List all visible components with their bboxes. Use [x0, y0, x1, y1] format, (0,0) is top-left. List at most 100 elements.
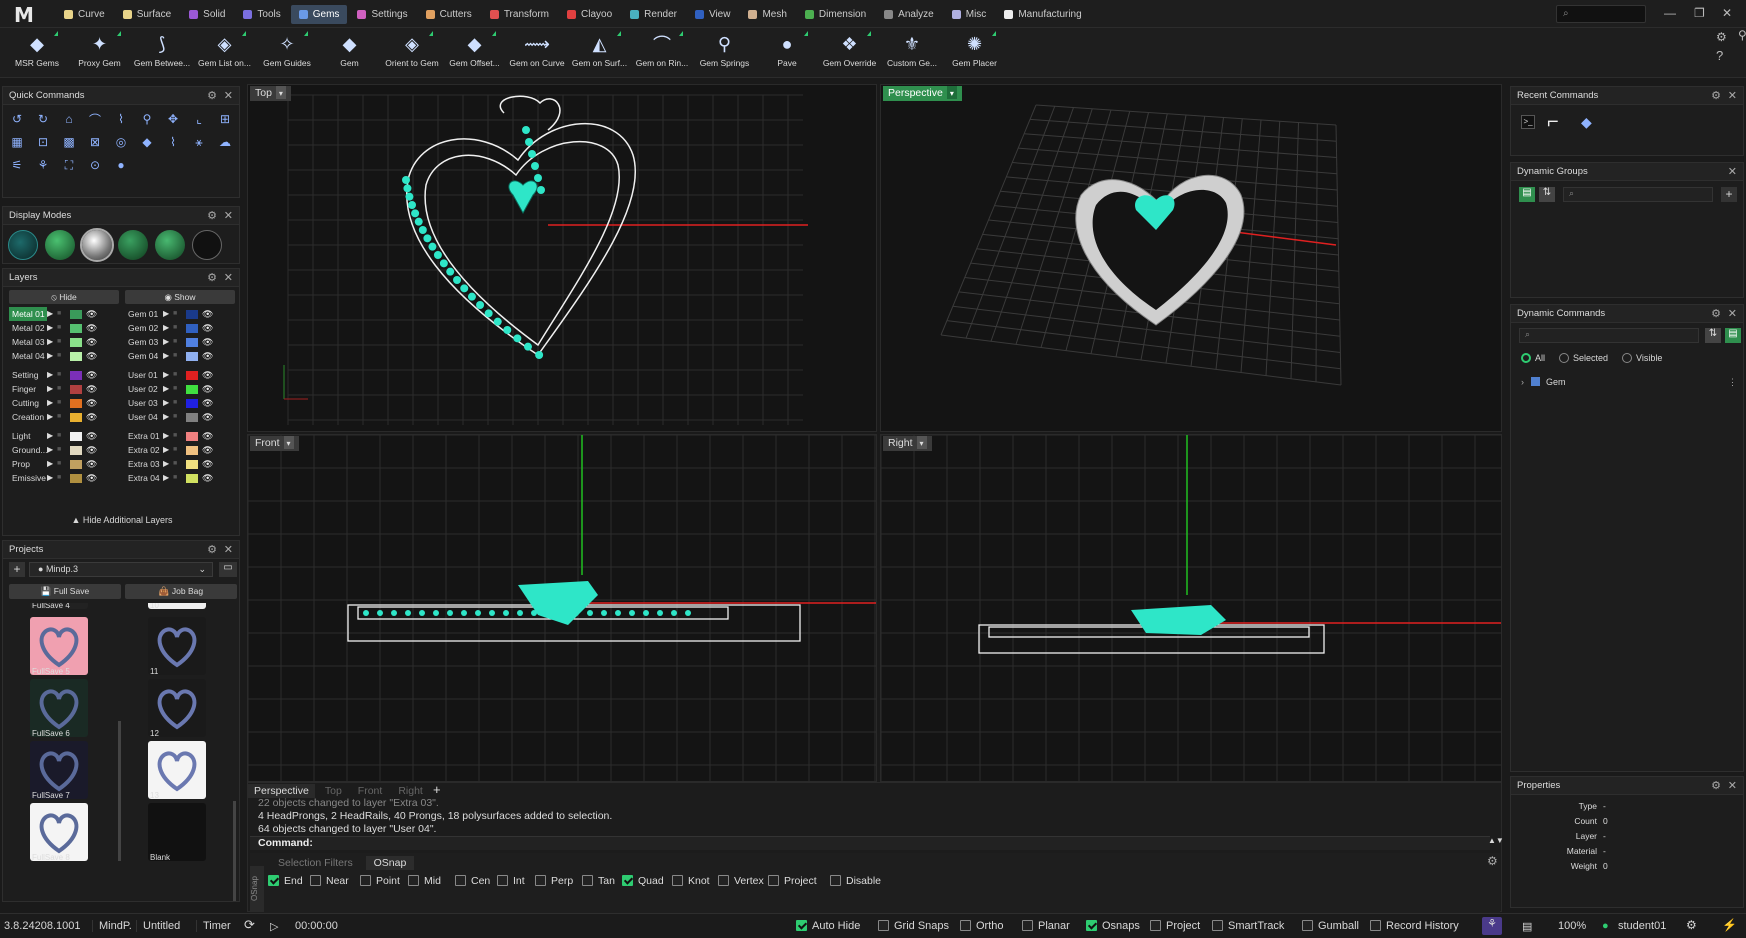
- filter-all[interactable]: All: [1521, 353, 1545, 363]
- group-search-input[interactable]: ⌕: [1563, 187, 1713, 202]
- ribbon-gem-button[interactable]: ◆ Gem: [319, 28, 381, 78]
- osnap-project[interactable]: Project: [768, 875, 817, 887]
- artistic-mode-icon[interactable]: [118, 230, 149, 260]
- quick-command-5-icon[interactable]: ⌇: [111, 109, 131, 129]
- wireframe-mode-icon[interactable]: [8, 230, 38, 260]
- expand-icon[interactable]: ▶: [163, 368, 173, 382]
- ribbon-gem-surface-button[interactable]: ◭ Gem on Surf...: [569, 28, 631, 78]
- gear-icon[interactable]: ⚙: [1487, 854, 1498, 868]
- toggle-gumball[interactable]: Gumball: [1302, 920, 1359, 932]
- help-icon[interactable]: ?: [1716, 48, 1723, 63]
- lock-icon[interactable]: ■: [57, 382, 66, 396]
- lock-icon[interactable]: ■: [173, 457, 182, 471]
- checkbox-icon[interactable]: [622, 875, 633, 886]
- lock-icon[interactable]: ■: [57, 307, 66, 321]
- menu-tab-cutters[interactable]: Cutters: [418, 5, 480, 24]
- rectangle-command-icon[interactable]: ⌐: [1547, 111, 1559, 134]
- add-group-button[interactable]: +: [1721, 187, 1737, 202]
- checkbox-icon[interactable]: [830, 875, 841, 886]
- full-save-button[interactable]: 💾 Full Save: [9, 584, 121, 599]
- front-viewport-canvas[interactable]: [248, 435, 877, 782]
- layer-row[interactable]: User 03 ▶ ■ 👁: [125, 396, 235, 410]
- ribbon-gem-curve-button[interactable]: ⟿ Gem on Curve: [506, 28, 568, 78]
- lock-icon[interactable]: ■: [173, 382, 182, 396]
- menu-tab-manufacturing[interactable]: Manufacturing: [996, 5, 1089, 24]
- eye-icon[interactable]: 👁: [202, 382, 213, 396]
- osnap-tan[interactable]: Tan: [582, 875, 615, 887]
- eye-icon[interactable]: 👁: [202, 368, 213, 382]
- shaded-mode-icon[interactable]: [44, 230, 75, 260]
- xray-mode-icon[interactable]: [191, 230, 222, 260]
- osnap-end[interactable]: End: [268, 875, 303, 887]
- project-select[interactable]: ● Mindp.3 ⌄: [29, 562, 213, 577]
- quick-command-11-icon[interactable]: ⊡: [33, 132, 53, 152]
- expand-icon[interactable]: ▶: [163, 443, 173, 457]
- layout-icon[interactable]: ▤: [1522, 920, 1532, 933]
- layer-name[interactable]: Gem 04: [125, 349, 163, 363]
- toggle-project[interactable]: Project: [1150, 920, 1200, 932]
- expand-icon[interactable]: ▶: [47, 368, 57, 382]
- toggle-ortho[interactable]: Ortho: [960, 920, 1004, 932]
- layer-color-swatch[interactable]: [70, 473, 82, 483]
- hide-additional-layers-button[interactable]: ▲ Hide Additional Layers: [3, 515, 241, 525]
- close-icon[interactable]: ✕: [1722, 6, 1732, 20]
- quick-command-22-icon[interactable]: ⊙: [85, 155, 105, 175]
- expand-icon[interactable]: ▶: [163, 429, 173, 443]
- quick-command-7-icon[interactable]: ✥: [163, 109, 183, 129]
- expand-icon[interactable]: ▶: [47, 396, 57, 410]
- layer-name[interactable]: Metal 04: [9, 349, 47, 363]
- layer-color-swatch[interactable]: [186, 309, 198, 319]
- quick-command-15-icon[interactable]: ◆: [137, 132, 157, 152]
- lock-icon[interactable]: ■: [173, 321, 182, 335]
- quick-command-20-icon[interactable]: ⚘: [33, 155, 53, 175]
- hide-layers-button[interactable]: ⦸ Hide: [9, 290, 119, 304]
- view-tab-front[interactable]: Front: [352, 784, 389, 798]
- lock-icon[interactable]: ■: [57, 335, 66, 349]
- show-layers-button[interactable]: ◉ Show: [125, 290, 235, 304]
- layer-row[interactable]: Gem 02 ▶ ■ 👁: [125, 321, 235, 335]
- expand-icon[interactable]: ▶: [47, 335, 57, 349]
- view-tab-right[interactable]: Right: [392, 784, 429, 798]
- expand-icon[interactable]: ▶: [47, 471, 57, 485]
- close-icon[interactable]: ✕: [1728, 777, 1737, 795]
- osnap-mid[interactable]: Mid: [408, 875, 441, 887]
- search-input[interactable]: ⌕: [1556, 5, 1646, 23]
- layer-color-swatch[interactable]: [186, 412, 198, 422]
- quick-command-19-icon[interactable]: ⚟: [7, 155, 27, 175]
- checkbox-icon[interactable]: [768, 875, 779, 886]
- eye-icon[interactable]: 👁: [202, 349, 213, 363]
- lock-icon[interactable]: ■: [173, 396, 182, 410]
- gear-icon[interactable]: ⚙: [207, 269, 217, 287]
- quick-command-2-icon[interactable]: ↻: [33, 109, 53, 129]
- lock-icon[interactable]: ■: [57, 349, 66, 363]
- eye-icon[interactable]: 👁: [202, 457, 213, 471]
- layer-name[interactable]: Extra 01: [125, 429, 163, 443]
- ribbon-proxy-gem-button[interactable]: ✦ Proxy Gem: [69, 28, 131, 78]
- layer-color-swatch[interactable]: [186, 431, 198, 441]
- layer-name[interactable]: Gem 03: [125, 335, 163, 349]
- user-name[interactable]: student01: [1618, 920, 1666, 932]
- toggle-planar[interactable]: Planar: [1022, 920, 1070, 932]
- quick-command-18-icon[interactable]: ☁: [215, 132, 235, 152]
- command-line[interactable]: Command:: [250, 836, 1490, 850]
- layer-row[interactable]: Light ▶ ■ 👁: [9, 429, 119, 443]
- layer-row[interactable]: Gem 01 ▶ ■ 👁: [125, 307, 235, 321]
- front-viewport[interactable]: Front ▾: [247, 434, 877, 782]
- eye-icon[interactable]: 👁: [86, 457, 97, 471]
- menu-tab-settings[interactable]: Settings: [349, 5, 415, 24]
- layer-color-swatch[interactable]: [186, 459, 198, 469]
- lock-icon[interactable]: ■: [57, 429, 66, 443]
- layer-row[interactable]: Metal 03 ▶ ■ 👁: [9, 335, 119, 349]
- checkbox-icon[interactable]: [878, 920, 889, 931]
- menu-tab-misc[interactable]: Misc: [944, 5, 995, 24]
- osnap-knot[interactable]: Knot: [672, 875, 710, 887]
- lock-icon[interactable]: ■: [57, 457, 66, 471]
- menu-tab-transform[interactable]: Transform: [482, 5, 557, 24]
- eye-icon[interactable]: 👁: [202, 471, 213, 485]
- filter-selected[interactable]: Selected: [1559, 353, 1608, 363]
- toggle-auto-hide[interactable]: Auto Hide: [796, 920, 860, 932]
- expand-icon[interactable]: ▶: [163, 335, 173, 349]
- menu-tab-analyze[interactable]: Analyze: [876, 5, 942, 24]
- layer-name[interactable]: Creation: [9, 410, 47, 424]
- perspective-viewport-label[interactable]: Perspective ▾: [883, 86, 962, 101]
